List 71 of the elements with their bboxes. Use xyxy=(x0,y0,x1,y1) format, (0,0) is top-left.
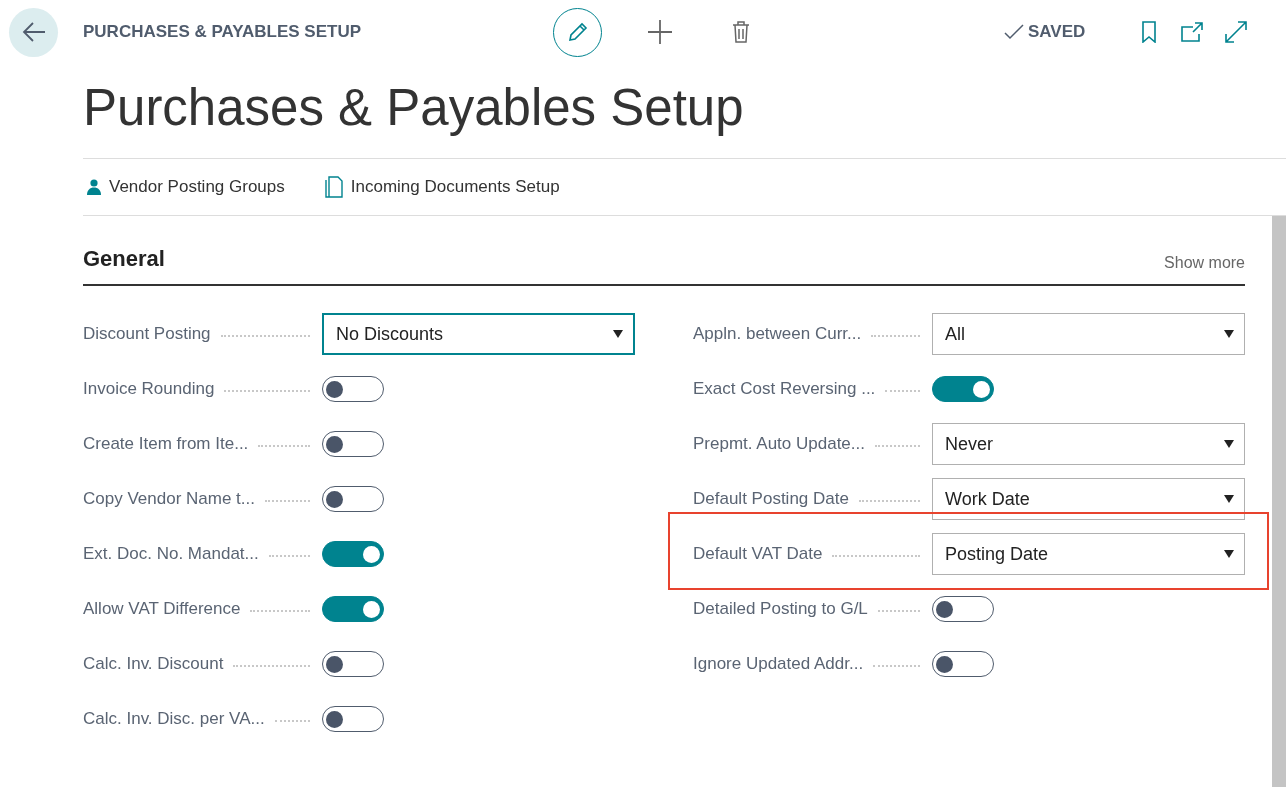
scrollbar[interactable] xyxy=(1272,216,1286,787)
dropdown-field[interactable]: No Discounts xyxy=(322,313,635,355)
document-icon xyxy=(324,176,343,198)
bookmark-icon xyxy=(1141,21,1158,43)
toggle-switch[interactable] xyxy=(932,376,994,402)
dot-leader xyxy=(268,555,310,557)
dot-leader xyxy=(858,500,920,502)
field-label: Allow VAT Difference xyxy=(83,599,241,619)
dropdown-value: All xyxy=(945,323,965,345)
field-label: Copy Vendor Name t... xyxy=(83,489,255,509)
toggle-switch[interactable] xyxy=(322,651,384,677)
dot-leader xyxy=(877,610,920,612)
dot-leader xyxy=(871,335,920,337)
field-label: Detailed Posting to G/L xyxy=(693,599,868,619)
field-label: Prepmt. Auto Update... xyxy=(693,434,865,454)
dot-leader xyxy=(265,500,310,502)
page-title: Purchases & Payables Setup xyxy=(83,78,745,138)
dot-leader xyxy=(873,665,920,667)
toggle-switch[interactable] xyxy=(322,376,384,402)
field-label: Exact Cost Reversing ... xyxy=(693,379,876,399)
breadcrumb: PURCHASES & PAYABLES SETUP xyxy=(83,22,363,42)
dot-leader xyxy=(274,720,310,722)
open-window-icon xyxy=(1181,22,1204,42)
field-label: Invoice Rounding xyxy=(83,379,215,399)
caret-icon xyxy=(613,330,623,338)
field-label: Default Posting Date xyxy=(693,489,849,509)
field-label: Calc. Inv. Disc. per VA... xyxy=(83,709,265,729)
dropdown-field[interactable]: Work Date xyxy=(932,478,1245,520)
dropdown-value: Posting Date xyxy=(945,543,1049,565)
dropdown-field[interactable]: All xyxy=(932,313,1245,355)
action-link[interactable]: Vendor Posting Groups xyxy=(87,177,285,197)
dot-leader xyxy=(875,445,920,447)
pencil-icon xyxy=(566,21,589,43)
action-link[interactable]: Incoming Documents Setup xyxy=(324,176,560,198)
caret-icon xyxy=(1224,495,1234,503)
show-more-link[interactable]: Show more xyxy=(1164,254,1245,272)
toggle-switch[interactable] xyxy=(322,596,384,622)
toggle-switch[interactable] xyxy=(932,596,994,622)
dropdown-value: No Discounts xyxy=(336,323,444,345)
caret-icon xyxy=(1224,550,1234,558)
toggle-switch[interactable] xyxy=(322,486,384,512)
saved-status: SAVED xyxy=(1028,22,1086,42)
check-icon xyxy=(1004,24,1024,40)
plus-icon xyxy=(648,20,672,44)
expand-icon xyxy=(1225,21,1248,43)
back-arrow-icon xyxy=(21,22,46,42)
toggle-switch[interactable] xyxy=(932,651,994,677)
dot-leader xyxy=(885,390,920,392)
edit-button[interactable] xyxy=(553,7,602,57)
trash-icon xyxy=(732,21,750,43)
back-button[interactable] xyxy=(9,7,58,57)
dot-leader xyxy=(250,610,310,612)
field-label: Discount Posting xyxy=(83,324,211,344)
field-label: Ignore Updated Addr... xyxy=(693,654,864,674)
section-title: General xyxy=(83,246,165,272)
field-label: Default VAT Date xyxy=(693,544,823,564)
dropdown-field[interactable]: Never xyxy=(932,423,1245,465)
dropdown-value: Never xyxy=(945,433,993,455)
dot-leader xyxy=(258,445,310,447)
dropdown-value: Work Date xyxy=(945,488,1030,510)
field-label: Appln. between Curr... xyxy=(693,324,862,344)
toggle-switch[interactable] xyxy=(322,431,384,457)
caret-icon xyxy=(1224,330,1234,338)
toggle-switch[interactable] xyxy=(322,706,384,732)
field-label: Ext. Doc. No. Mandat... xyxy=(83,544,259,564)
field-label: Create Item from Ite... xyxy=(83,434,249,454)
caret-icon xyxy=(1224,440,1234,448)
field-label: Calc. Inv. Discount xyxy=(83,654,224,674)
dropdown-field[interactable]: Posting Date xyxy=(932,533,1245,575)
person-icon xyxy=(87,179,101,195)
toggle-switch[interactable] xyxy=(322,541,384,567)
